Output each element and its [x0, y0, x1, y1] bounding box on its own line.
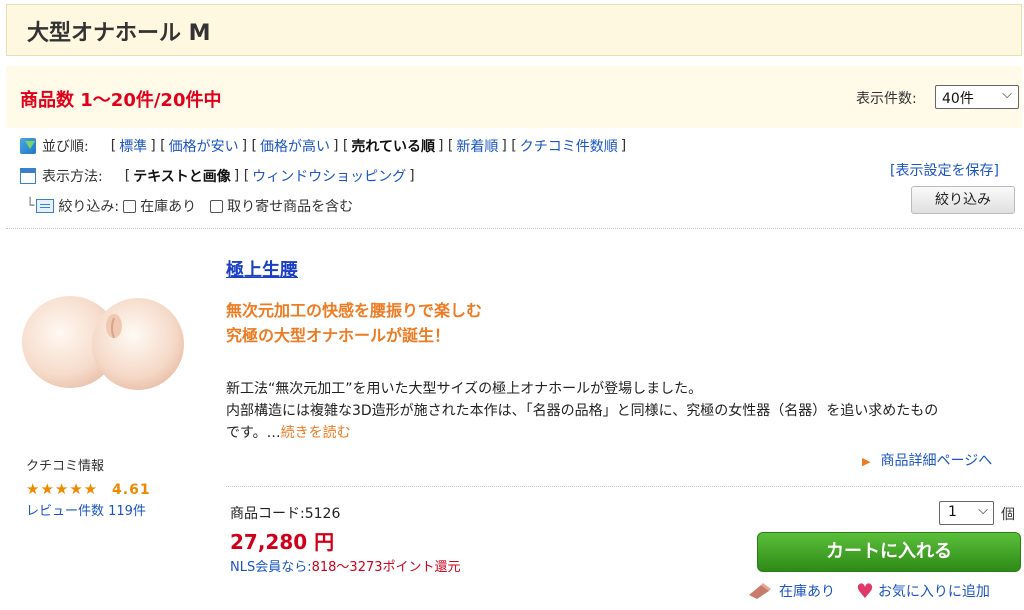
product-name-link[interactable]: 極上生腰: [226, 256, 298, 282]
category-header: 大型オナホール M: [6, 4, 1022, 56]
view-option-window-shopping[interactable]: ウィンドウショッピング: [249, 166, 409, 186]
wishlist-label: お気に入りに追加: [877, 584, 990, 600]
sort-label: 並び順:: [42, 139, 89, 155]
view-option-text-image: テキストと画像: [133, 169, 231, 185]
product-code-label: 商品コード:: [230, 506, 305, 522]
review-label: クチコミ情報: [26, 459, 105, 474]
star-rating-icon: ★★★★★: [26, 480, 99, 498]
in-stock-checkbox[interactable]: [123, 199, 137, 213]
product-catchphrase: 無次元加工の快感を腰振りで楽しむ 究極の大型オナホールが誕生！: [226, 298, 482, 348]
product-image[interactable]: [18, 282, 188, 394]
filter-icon: [36, 199, 55, 213]
sort-option-bestselling: 売れている順: [351, 139, 435, 155]
add-to-wishlist-link[interactable]: ♥ お気に入りに追加: [856, 581, 990, 601]
quantity-value: 1: [948, 504, 957, 520]
view-mode-icon: [20, 168, 36, 184]
rating-row: ★★★★★ 4.61: [26, 480, 151, 498]
sort-option-newest[interactable]: 新着順: [453, 136, 501, 156]
result-count: 商品数 1〜20件/20件中: [20, 90, 222, 111]
quantity-select[interactable]: 1 ⌵: [939, 501, 994, 525]
per-page-value: 40件: [942, 91, 974, 107]
stock-status: 在庫あり: [747, 581, 835, 601]
sort-row: 並び順: [標準] [価格が安い] [価格が高い] [売れている順] [新着順]…: [20, 136, 626, 156]
review-count-link[interactable]: レビュー件数 119件: [26, 500, 151, 519]
product-code-value: 5126: [304, 506, 341, 522]
filter-button[interactable]: 絞り込み: [911, 186, 1015, 214]
chevron-down-icon: ⌵: [1002, 87, 1012, 102]
per-page-label: 表示件数:: [856, 91, 917, 107]
category-title: 大型オナホール M: [27, 21, 211, 46]
filter-label: 絞り込み:: [58, 199, 120, 215]
points-info: NLS会員なら:818〜3273ポイント還元: [230, 556, 461, 575]
rating-value: 4.61: [112, 482, 151, 498]
read-more-link[interactable]: 続きを読む: [281, 425, 351, 441]
listing-controls: 並び順: [標準] [価格が安い] [価格が高い] [売れている順] [新着順]…: [0, 130, 1024, 228]
triangle-right-icon: ▶: [862, 455, 871, 468]
sort-icon: [20, 138, 36, 154]
product-description: 新工法“無次元加工”を用いた大型サイズの極上オナホールが登場しました。 内部構造…: [226, 378, 1021, 444]
per-page-select[interactable]: 40件 ⌵: [935, 85, 1019, 109]
result-count-bar: 商品数 1〜20件/20件中 表示件数: 40件 ⌵: [6, 66, 1022, 128]
sort-option-price-low[interactable]: 価格が安い: [166, 136, 242, 156]
view-label: 表示方法:: [42, 169, 103, 185]
sort-option-price-high[interactable]: 価格が高い: [257, 136, 333, 156]
filter-row: └ 絞り込み: 在庫あり 取り寄せ商品を含む: [26, 196, 363, 216]
product-price: 27,280 円: [230, 530, 335, 554]
stock-icon: [747, 583, 773, 599]
stock-label: 在庫あり: [779, 584, 835, 600]
sort-option-standard[interactable]: 標準: [116, 136, 150, 156]
chevron-down-icon: ⌵: [978, 503, 988, 518]
include-order-label: 取り寄せ商品を含む: [227, 199, 354, 215]
divider: [226, 486, 1021, 487]
desc-line-3: です。…: [226, 425, 281, 441]
desc-line-1: 新工法“無次元加工”を用いた大型サイズの極上オナホールが登場しました。: [226, 381, 703, 397]
quantity-unit: 個: [1001, 507, 1015, 523]
points-prefix: NLS会員なら:: [230, 560, 312, 575]
product-detail-link[interactable]: ▶ 商品詳細ページへ: [862, 450, 992, 470]
catch-line-2: 究極の大型オナホールが誕生！: [226, 326, 451, 345]
sort-option-review-count[interactable]: クチコミ件数順: [517, 136, 621, 156]
product-code: 商品コード:5126: [230, 503, 340, 523]
tree-branch-icon: └: [26, 198, 35, 214]
include-order-checkbox[interactable]: [210, 199, 224, 213]
desc-line-2: 内部構造には複雑な3D造形が施された本作は、「名器の品格」と同様に、究極の女性器…: [226, 403, 939, 419]
points-value: 818〜3273ポイント還元: [311, 560, 461, 575]
view-row: 表示方法: [テキストと画像] [ウィンドウショッピング]: [20, 166, 415, 186]
review-info: クチコミ情報 ★★★★★ 4.61 レビュー件数 119件: [26, 455, 151, 519]
catch-line-1: 無次元加工の快感を腰振りで楽しむ: [226, 301, 483, 320]
save-view-settings-link[interactable]: [表示設定を保存]: [890, 160, 999, 180]
add-to-cart-button[interactable]: カートに入れる: [757, 532, 1021, 572]
in-stock-label: 在庫あり: [140, 199, 197, 215]
divider: [6, 228, 1022, 229]
detail-link-label: 商品詳細ページへ: [880, 453, 993, 469]
heart-icon: ♥: [856, 579, 874, 603]
